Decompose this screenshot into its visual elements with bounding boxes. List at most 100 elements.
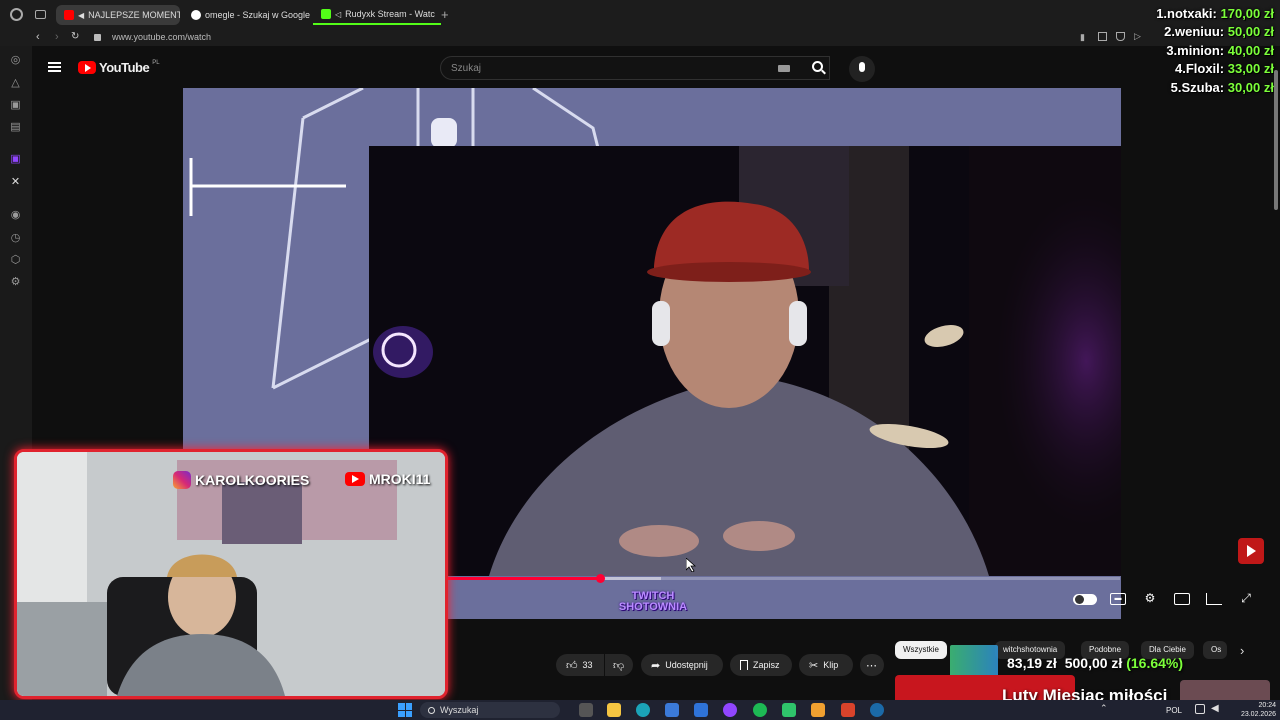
tab-najlepsze-momenty[interactable]: ◀ NAJLEPSZE MOMENT — [56, 5, 180, 25]
tray-lang[interactable]: POL — [1166, 706, 1182, 715]
instagram-icon — [173, 471, 191, 489]
leaderboard-entry: 5.Szuba: 30,00 zł — [1170, 80, 1274, 95]
steam-icon[interactable] — [870, 703, 884, 717]
kick-favicon-icon — [321, 9, 331, 19]
save-label: Zapisz — [753, 660, 780, 670]
settings-gear-icon[interactable]: ⚙ — [1142, 591, 1158, 607]
chip-more[interactable]: Os — [1203, 641, 1227, 659]
fullscreen-icon[interactable]: ⤢ — [1238, 591, 1254, 607]
page-scrollbar[interactable] — [1274, 70, 1278, 210]
hamburger-menu-icon[interactable] — [48, 62, 61, 72]
donation-goal-text: 83,19 zł 500,00 zł (16.64%) — [1007, 655, 1183, 671]
tab-label: NAJLEPSZE MOMENT — [88, 10, 180, 20]
chips-next-icon[interactable]: › — [1240, 643, 1244, 658]
messenger-icon[interactable]: ▤ — [9, 121, 22, 134]
google-favicon-icon — [191, 10, 201, 20]
tray-chevron-icon[interactable]: ⌃ — [1100, 703, 1108, 714]
scissors-icon: ✂ — [809, 659, 819, 672]
file-explorer-icon[interactable] — [607, 703, 621, 717]
address-bar: ‹ › ↻ www.youtube.com/watch ▮ ▷ — [0, 30, 1280, 46]
stream-frame — [369, 146, 1121, 576]
search-input[interactable]: Szukaj — [440, 56, 830, 80]
app-green-icon[interactable] — [782, 703, 796, 717]
donation-leaderboard: 1.notxaki: 170,00 zł 2.weniuu: 50,00 zł … — [1100, 6, 1280, 98]
app-shield-icon[interactable] — [841, 703, 855, 717]
leaderboard-entry: 4.Floxil: 33,00 zł — [1174, 61, 1274, 76]
start-button[interactable] — [398, 703, 412, 717]
reload-icon[interactable]: ↻ — [71, 31, 79, 42]
browser-menu-icon[interactable] — [10, 8, 23, 21]
thumbs-down-icon: 👎︎ — [613, 659, 625, 672]
bookmark-icon[interactable]: ▮ — [1080, 32, 1085, 43]
streamer-image — [369, 146, 1121, 576]
autoplay-toggle[interactable] — [1073, 594, 1097, 605]
forward-icon[interactable]: › — [55, 31, 59, 43]
opera-icon[interactable] — [723, 703, 737, 717]
facecam: KAROLKOORIES MROKI11 — [14, 449, 448, 699]
player-icon[interactable]: ◉ — [9, 209, 22, 222]
instagram-handle-badge: KAROLKOORIES — [173, 471, 309, 489]
share-button[interactable]: ➦ Udostępnij — [641, 654, 723, 676]
settings-icon[interactable]: ⚙ — [9, 276, 22, 289]
cast-icon[interactable] — [1206, 593, 1222, 605]
more-actions-button[interactable]: ⋯ — [860, 654, 884, 676]
tab-label: Rudyxk Stream - Watc — [345, 9, 435, 19]
task-view-icon[interactable] — [579, 703, 593, 717]
mute-icon: ◁ — [335, 9, 342, 19]
taskbar-search-icon — [428, 706, 435, 714]
clip-label: Klip — [823, 660, 839, 670]
dislike-button[interactable]: 👎︎ — [605, 654, 633, 676]
twitch-icon[interactable]: ▣ — [9, 153, 22, 166]
app-orange-icon[interactable] — [811, 703, 825, 717]
mouse-cursor-icon — [686, 558, 696, 572]
miniplayer-icon[interactable] — [1174, 593, 1190, 605]
recommended-thumbnail-2[interactable] — [1180, 680, 1270, 700]
history-icon[interactable]: ◷ — [9, 232, 22, 245]
tab-rudyxk-stream[interactable]: ◁ Rudyxk Stream - Watc — [313, 5, 441, 25]
new-tab-icon[interactable]: + — [441, 7, 449, 22]
twitch-shotownia-watermark: TWITCH SHOTOWNIA — [600, 591, 706, 613]
neon-emote — [373, 326, 433, 378]
like-button[interactable]: 👍︎ 33 — [556, 654, 604, 676]
tab-label: omegle - Szukaj w Google — [205, 10, 311, 20]
voice-search-button[interactable] — [849, 56, 875, 82]
goal-percent: (16.64%) — [1126, 655, 1184, 671]
clip-button[interactable]: ✂ Klip — [799, 654, 853, 676]
mail-icon[interactable] — [694, 703, 708, 717]
store-icon[interactable] — [665, 703, 679, 717]
goal-target: 500,00 zł — [1064, 655, 1123, 671]
thumbs-up-icon: 👍︎ — [566, 659, 578, 672]
progress-bar[interactable] — [445, 574, 1120, 583]
search-button[interactable] — [804, 56, 832, 80]
tray-volume-icon[interactable]: ◀ — [1211, 703, 1219, 714]
taskbar-search[interactable]: Wyszukaj — [420, 702, 560, 718]
tab-overview-icon[interactable] — [35, 10, 46, 19]
workspace-icon[interactable]: ▣ — [9, 99, 22, 112]
spotify-icon[interactable] — [753, 703, 767, 717]
subscribe-watermark-icon[interactable] — [1238, 538, 1264, 564]
youtube-logo[interactable]: YouTube PL — [78, 60, 160, 75]
clock-time: 20:24 — [1258, 702, 1276, 709]
keyboard-icon[interactable] — [778, 65, 790, 72]
chip-all[interactable]: Wszystkie — [895, 641, 947, 659]
save-button[interactable]: Zapisz — [730, 654, 792, 676]
edge-icon[interactable] — [636, 703, 650, 717]
youtube-header: YouTube PL Szukaj — [32, 46, 1280, 88]
youtube-handle-badge: MROKI11 — [345, 471, 430, 487]
share-icon: ➦ — [651, 659, 661, 672]
region-label: PL — [152, 59, 160, 66]
speed-dial-icon[interactable]: ◎ — [9, 54, 22, 67]
bookmark-save-icon — [740, 660, 748, 670]
x-icon[interactable]: ✕ — [9, 176, 22, 189]
goal-current: 83,19 zł — [1007, 655, 1057, 671]
tray-wifi-icon[interactable] — [1195, 704, 1205, 714]
url-input[interactable]: www.youtube.com/watch — [112, 32, 211, 42]
lock-icon — [94, 34, 101, 41]
youtube-icon — [345, 472, 365, 486]
tray-clock[interactable]: 20:24 23.02.2026 — [1228, 701, 1276, 719]
extensions-sidebar-icon[interactable]: ⬡ — [9, 254, 22, 267]
aria-icon[interactable]: △ — [9, 77, 22, 90]
back-icon[interactable]: ‹ — [36, 31, 40, 43]
subtitles-icon[interactable]: ▬ — [1110, 593, 1126, 605]
tab-google-search[interactable]: omegle - Szukaj w Google — [183, 5, 311, 25]
